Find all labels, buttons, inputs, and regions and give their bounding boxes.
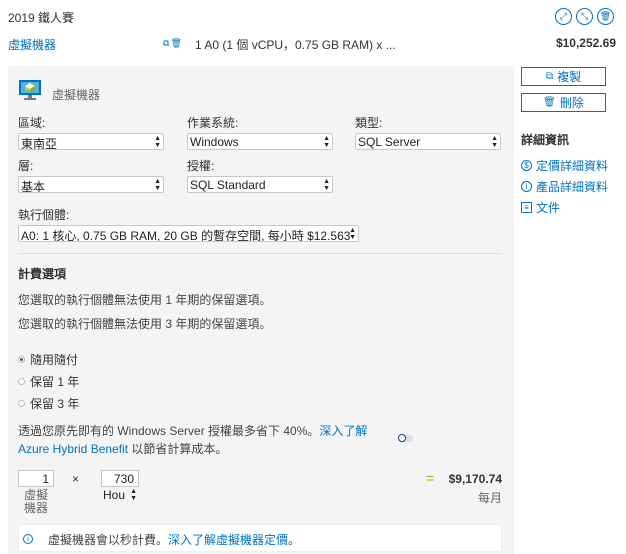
info-icon: i bbox=[23, 534, 33, 544]
times-sign: × bbox=[72, 472, 80, 486]
info-icon: i bbox=[521, 181, 532, 192]
collapse-icon[interactable]: ⤡ bbox=[576, 8, 593, 25]
license-select[interactable]: SQL Standard ▲ ▼ bbox=[187, 176, 333, 193]
radio-selected-icon bbox=[18, 356, 25, 363]
panel-title: 虛擬機器 bbox=[52, 88, 101, 102]
reserved-3yr-note: 您選取的執行個體無法使用 3 年期的保留選項。 bbox=[18, 317, 272, 331]
delete-button[interactable]: 🗑 刪除 bbox=[521, 93, 606, 112]
billing-option-3yr[interactable]: 保留 3 年 bbox=[18, 395, 79, 412]
radio-icon bbox=[18, 400, 25, 407]
estimate-total: $10,252.69 bbox=[555, 36, 616, 50]
trash-icon: 🗑 bbox=[543, 97, 556, 108]
price-period: 每月 bbox=[477, 491, 502, 505]
select-arrows-icon: ▲ ▼ bbox=[349, 227, 356, 241]
os-label: 作業系統: bbox=[187, 116, 239, 130]
estimate-title: 2019 鐵人賽 bbox=[8, 11, 75, 25]
document-icon: ≡ bbox=[521, 202, 532, 213]
hours-input[interactable]: 730 bbox=[101, 470, 139, 487]
row-actions: ⧉🗑 bbox=[163, 38, 183, 49]
select-arrows-icon: ▲ ▼ bbox=[154, 178, 161, 192]
monthly-price: $9,170.74 bbox=[448, 472, 502, 486]
tier-label: 層: bbox=[18, 159, 34, 173]
dollar-icon: $ bbox=[521, 160, 532, 171]
equals-sign: = bbox=[426, 470, 435, 486]
copy-icon: ⧉ bbox=[545, 71, 554, 82]
trash-icon[interactable]: 🗑 bbox=[170, 38, 182, 48]
pricing-details-link[interactable]: $ 定價詳細資料 bbox=[521, 157, 608, 174]
select-arrows-icon: ▲ ▼ bbox=[491, 135, 498, 149]
hybrid-benefit-text: 透過您原先即有的 Windows Server 授權最多省下 40%。深入了解 … bbox=[18, 424, 368, 456]
divider bbox=[18, 253, 502, 254]
reserved-1yr-note: 您選取的執行個體無法使用 1 年期的保留選項。 bbox=[18, 293, 272, 307]
details-title: 詳細資訊 bbox=[521, 133, 570, 147]
estimate-summary: 1 A0 (1 個 vCPU，0.75 GB RAM) x ... bbox=[195, 38, 396, 52]
vm-count-input[interactable]: 1 bbox=[18, 470, 54, 487]
virtual-machine-icon bbox=[19, 80, 41, 100]
tier-select[interactable]: 基本 ▲ ▼ bbox=[18, 176, 164, 193]
type-select[interactable]: SQL Server ▲ ▼ bbox=[355, 133, 501, 150]
select-arrows-icon: ▲ ▼ bbox=[323, 178, 330, 192]
select-arrows-icon: ▲ ▼ bbox=[323, 135, 330, 149]
select-arrows-icon: ▲ ▼ bbox=[154, 135, 161, 149]
region-select[interactable]: 東南亞 ▲ ▼ bbox=[18, 133, 164, 150]
info-text: 虛擬機器會以秒計費。深入了解虛擬機器定價。 bbox=[48, 533, 301, 547]
hybrid-benefit-toggle[interactable] bbox=[398, 434, 413, 442]
hours-unit-select[interactable]: Hou ▲ ▼ bbox=[101, 487, 139, 504]
instance-select[interactable]: A0: 1 核心, 0.75 GB RAM, 20 GB 的暫存空間, 每小時 … bbox=[18, 225, 359, 242]
vm-count-unit: 虛擬 機器 bbox=[23, 488, 48, 515]
billing-title: 計費選項 bbox=[18, 267, 67, 281]
type-label: 類型: bbox=[355, 116, 383, 130]
vm-pricing-link[interactable]: 深入了解虛擬機器定價 bbox=[168, 533, 288, 547]
radio-icon bbox=[18, 378, 25, 385]
region-label: 區域: bbox=[18, 116, 46, 130]
header-actions: ⤢ ⤡ 🗑 bbox=[555, 8, 614, 25]
azure-hybrid-benefit-link[interactable]: Azure Hybrid Benefit bbox=[18, 442, 128, 456]
billing-option-1yr[interactable]: 保留 1 年 bbox=[18, 373, 79, 390]
expand-icon[interactable]: ⤢ bbox=[555, 8, 572, 25]
learn-more-link[interactable]: 深入了解 bbox=[319, 424, 367, 438]
delete-icon[interactable]: 🗑 bbox=[597, 8, 614, 25]
select-arrows-icon: ▲ ▼ bbox=[130, 488, 137, 502]
service-name-link[interactable]: 虛擬機器 bbox=[8, 36, 56, 53]
billing-option-payg[interactable]: 隨用隨付 bbox=[18, 351, 78, 368]
documentation-link[interactable]: ≡ 文件 bbox=[521, 199, 560, 216]
copy-button[interactable]: ⧉ 複製 bbox=[521, 67, 606, 86]
os-select[interactable]: Windows ▲ ▼ bbox=[187, 133, 333, 150]
instance-label: 執行個體: bbox=[18, 208, 70, 222]
product-details-link[interactable]: i 產品詳細資料 bbox=[521, 178, 608, 195]
license-label: 授權: bbox=[187, 159, 215, 173]
